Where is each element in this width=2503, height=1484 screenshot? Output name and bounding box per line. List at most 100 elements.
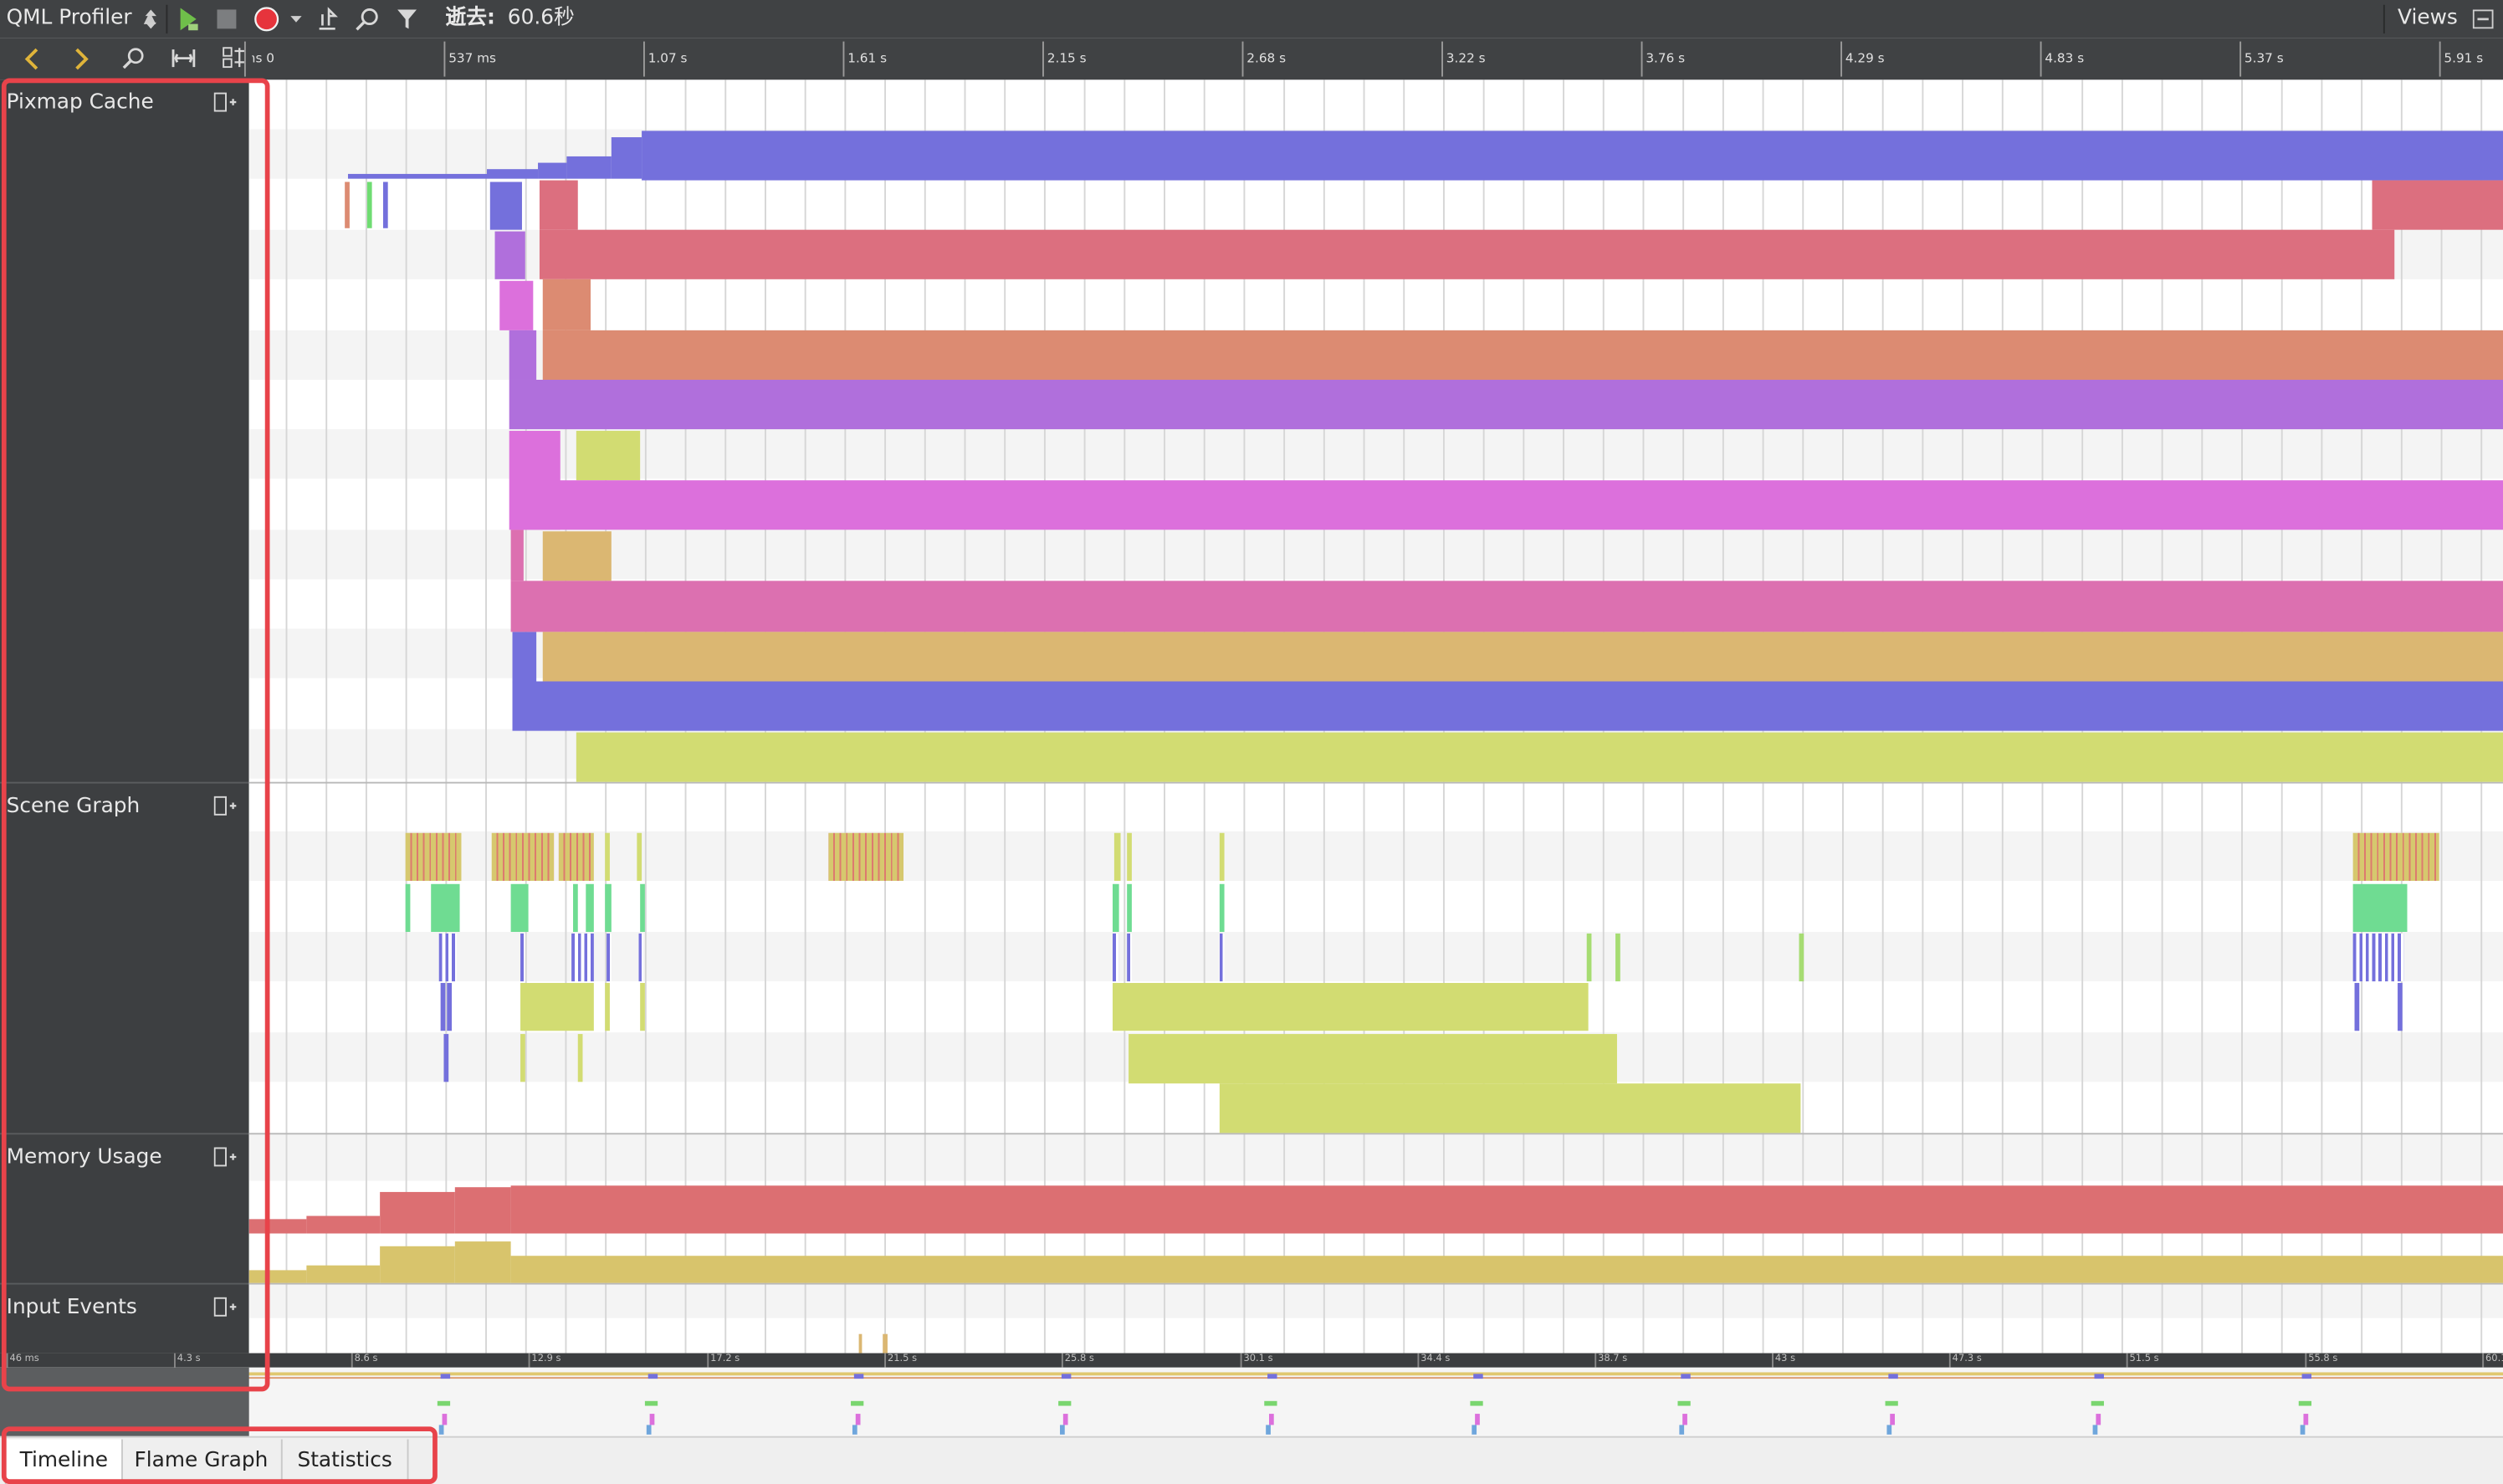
event-bar[interactable] — [345, 182, 350, 228]
event-bar[interactable] — [405, 833, 462, 882]
event-bar[interactable] — [2352, 883, 2408, 932]
zoom-search-icon[interactable] — [121, 46, 146, 70]
event-bar[interactable] — [512, 681, 2503, 731]
event-bar[interactable] — [510, 480, 2503, 530]
event-bar[interactable] — [2372, 180, 2503, 230]
event-bar[interactable] — [510, 1256, 2503, 1283]
event-bar[interactable] — [542, 632, 2503, 682]
event-bar[interactable] — [510, 581, 2503, 632]
event-bar[interactable] — [558, 833, 594, 882]
event-bar[interactable] — [486, 169, 539, 179]
event-bar[interactable] — [640, 983, 645, 1031]
event-bar[interactable] — [454, 1241, 511, 1283]
event-bar[interactable] — [521, 983, 594, 1031]
event-bar[interactable] — [571, 933, 594, 981]
event-bar[interactable] — [306, 1265, 381, 1283]
event-bar[interactable] — [405, 883, 411, 932]
search-icon[interactable] — [355, 7, 381, 33]
event-bar[interactable] — [510, 883, 529, 932]
event-bar[interactable] — [509, 379, 2503, 430]
event-bar[interactable] — [539, 180, 578, 230]
selector-updown-icon[interactable] — [144, 8, 158, 31]
event-bar[interactable] — [1219, 883, 1225, 932]
event-bar[interactable] — [1615, 933, 1620, 981]
event-bar[interactable] — [640, 883, 645, 932]
range-selection-icon[interactable] — [171, 46, 197, 70]
event-bar[interactable] — [447, 983, 453, 1031]
event-bar[interactable] — [573, 883, 578, 932]
close-pane-icon[interactable] — [2472, 9, 2494, 29]
event-bar[interactable] — [499, 280, 534, 330]
event-bar[interactable] — [1112, 883, 1119, 932]
event-bar[interactable] — [1129, 1033, 1617, 1083]
event-bar[interactable] — [576, 732, 2503, 782]
chevron-right-icon[interactable] — [72, 46, 91, 72]
stop-icon[interactable] — [216, 8, 238, 31]
event-bar[interactable] — [380, 1191, 455, 1234]
event-bar[interactable] — [2354, 983, 2360, 1031]
event-bar[interactable] — [642, 130, 2503, 181]
event-bar[interactable] — [1586, 933, 1592, 981]
event-bar[interactable] — [491, 833, 555, 882]
event-bar[interactable] — [1112, 933, 1119, 981]
event-bar[interactable] — [1219, 833, 1225, 882]
event-bar[interactable] — [1112, 983, 1589, 1031]
timeline-view[interactable] — [248, 79, 2503, 1354]
event-bar[interactable] — [2352, 933, 2404, 981]
event-bar[interactable] — [510, 1185, 2503, 1234]
event-bar[interactable] — [828, 833, 904, 882]
event-bar[interactable] — [431, 883, 460, 932]
event-bar[interactable] — [2398, 983, 2403, 1031]
event-bar[interactable] — [1127, 883, 1132, 932]
event-bar[interactable] — [539, 229, 2395, 279]
record-icon[interactable] — [253, 7, 279, 33]
event-bar[interactable] — [542, 279, 591, 330]
event-bar[interactable] — [538, 162, 567, 179]
event-bar[interactable] — [605, 833, 610, 882]
chevron-left-icon[interactable] — [23, 46, 42, 72]
event-bar[interactable] — [637, 833, 642, 882]
event-bar[interactable] — [566, 156, 612, 179]
event-bar[interactable] — [520, 933, 525, 981]
event-bar[interactable] — [489, 182, 522, 230]
event-bar[interactable] — [607, 933, 612, 981]
event-bar[interactable] — [1113, 833, 1121, 882]
event-bar[interactable] — [542, 531, 612, 581]
event-bar[interactable] — [605, 883, 612, 932]
event-bar[interactable] — [510, 530, 524, 581]
event-bar[interactable] — [576, 431, 641, 481]
event-bar[interactable] — [512, 632, 537, 683]
event-bar[interactable] — [1127, 833, 1132, 882]
event-bar[interactable] — [382, 182, 388, 228]
event-bar[interactable] — [1219, 933, 1225, 981]
event-bar[interactable] — [509, 330, 537, 380]
filter-icon[interactable] — [396, 7, 422, 33]
event-bar[interactable] — [586, 883, 594, 932]
event-bar[interactable] — [1127, 933, 1132, 981]
event-bar[interactable] — [520, 1033, 525, 1082]
event-bar[interactable] — [347, 173, 487, 179]
event-bar[interactable] — [611, 137, 642, 179]
event-bar[interactable] — [520, 983, 525, 1031]
event-bar[interactable] — [883, 1333, 888, 1354]
event-bar[interactable] — [438, 933, 457, 981]
start-icon[interactable] — [176, 7, 202, 33]
event-bar[interactable] — [858, 1333, 862, 1354]
profiler-selector[interactable]: QML Profiler — [7, 0, 132, 38]
event-bar[interactable] — [1799, 933, 1804, 981]
edit-range-icon[interactable] — [222, 46, 246, 70]
event-bar[interactable] — [542, 330, 2503, 380]
event-bar[interactable] — [494, 231, 525, 279]
event-bar[interactable] — [577, 1033, 583, 1082]
event-bar[interactable] — [1219, 1082, 1801, 1133]
event-bar[interactable] — [443, 1033, 449, 1082]
event-bar[interactable] — [380, 1246, 455, 1283]
event-bar[interactable] — [366, 182, 372, 228]
event-bar[interactable] — [638, 933, 643, 981]
event-bar[interactable] — [306, 1215, 381, 1234]
views-button[interactable]: Views — [2398, 0, 2458, 38]
event-bar[interactable] — [605, 983, 610, 1031]
clear-icon[interactable] — [315, 7, 340, 33]
event-bar[interactable] — [2352, 833, 2439, 882]
event-bar[interactable] — [440, 983, 446, 1031]
